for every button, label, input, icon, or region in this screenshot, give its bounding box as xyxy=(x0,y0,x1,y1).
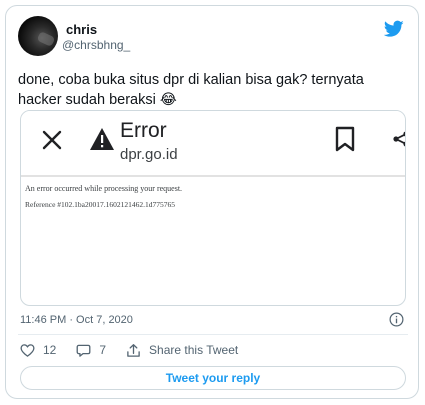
reply-count-button[interactable]: 7 xyxy=(76,343,106,358)
tweet-your-reply-button[interactable]: Tweet your reply xyxy=(20,366,406,390)
reply-button-label: Tweet your reply xyxy=(165,371,261,385)
like-count: 12 xyxy=(43,343,57,357)
warning-icon xyxy=(90,128,114,150)
info-icon[interactable] xyxy=(389,312,404,327)
comment-icon xyxy=(76,344,91,357)
tweet-actions: 12 7 Share this Tweet xyxy=(20,341,258,359)
avatar[interactable] xyxy=(18,16,58,56)
tweet-timestamp[interactable]: 11:46 PM · Oct 7, 2020 xyxy=(20,314,133,326)
error-reference: Reference #102.1ba20017.1602121462.1d775… xyxy=(25,200,175,209)
error-message: An error occurred while processing your … xyxy=(25,184,183,193)
browser-error-bar: Error dpr.go.id xyxy=(21,111,405,177)
like-button[interactable]: 12 xyxy=(20,343,56,358)
tweet-text: done, coba buka situs dpr di kalian bisa… xyxy=(18,72,364,108)
error-title: Error xyxy=(120,119,167,142)
author-name[interactable]: chris xyxy=(66,22,97,37)
share-tweet-button[interactable]: Share this Tweet xyxy=(126,343,238,358)
author-handle[interactable]: @chrsbhng_ xyxy=(62,38,130,52)
share-tweet-label: Share this Tweet xyxy=(149,343,239,357)
tweet-card: chris @chrsbhng_ done, coba buka situs d… xyxy=(5,5,419,399)
tweet-media-screenshot[interactable]: Error dpr.go.id An error occurred while … xyxy=(20,110,406,306)
bookmark-icon xyxy=(335,126,355,152)
error-url: dpr.go.id xyxy=(120,146,178,163)
share-icon xyxy=(393,131,405,147)
reply-count: 7 xyxy=(99,343,107,357)
heart-icon xyxy=(20,343,35,357)
share-tweet-icon xyxy=(127,343,140,357)
close-icon xyxy=(42,130,62,150)
divider xyxy=(18,334,408,335)
twitter-bird-icon[interactable] xyxy=(384,20,404,38)
